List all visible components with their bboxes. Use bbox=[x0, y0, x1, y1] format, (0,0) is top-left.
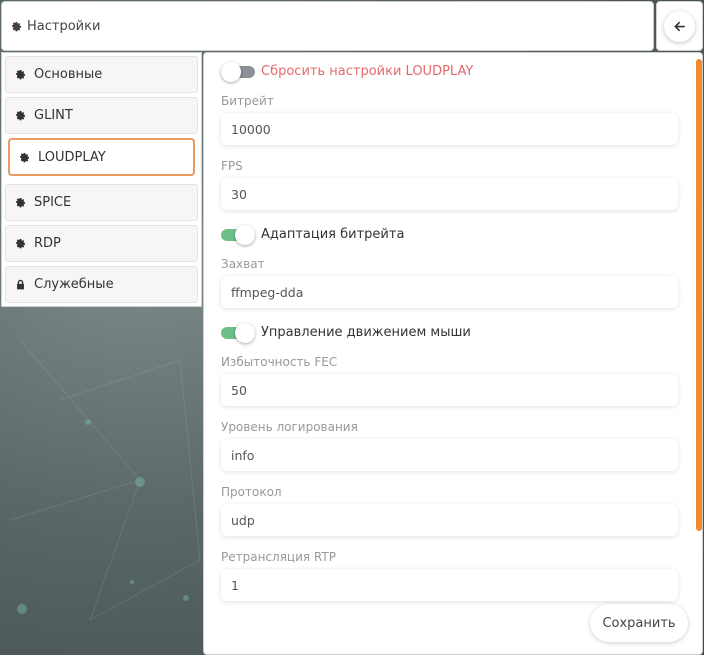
sidebar-item-rdp[interactable]: RDP bbox=[5, 225, 198, 262]
page-title: Настройки bbox=[27, 18, 101, 34]
sidebar-item-label: GLINT bbox=[34, 108, 73, 123]
capture-label: Захват bbox=[221, 257, 265, 271]
gear-icon bbox=[16, 70, 25, 80]
lock-icon bbox=[17, 279, 24, 290]
fps-field[interactable]: 30 bbox=[221, 178, 678, 210]
save-button[interactable]: Сохранить bbox=[590, 604, 688, 642]
toggle-knob bbox=[235, 323, 255, 343]
header-bar: Настройки bbox=[1, 1, 654, 51]
toggle-knob bbox=[221, 62, 241, 82]
mouse-control-toggle[interactable] bbox=[221, 323, 255, 343]
gear-icon bbox=[12, 21, 21, 31]
scrollbar-thumb[interactable] bbox=[696, 59, 702, 531]
arrow-left-icon bbox=[674, 21, 685, 31]
gear-icon bbox=[16, 198, 25, 208]
back-button[interactable] bbox=[664, 10, 695, 42]
sidebar-item-label: Служебные bbox=[34, 277, 114, 292]
fps-label: FPS bbox=[221, 159, 243, 173]
toggle-knob bbox=[235, 225, 255, 245]
gear-icon bbox=[16, 239, 25, 249]
fec-label: Избыточность FEC bbox=[221, 355, 338, 369]
adaptive-bitrate-label: Адаптация битрейта bbox=[261, 227, 405, 242]
sidebar-item-label: SPICE bbox=[34, 195, 72, 210]
sidebar-item-spice[interactable]: SPICE bbox=[5, 184, 198, 221]
sidebar-item-label: RDP bbox=[34, 236, 61, 251]
sidebar-item-label: LOUDPLAY bbox=[38, 149, 106, 165]
capture-field[interactable]: ffmpeg-dda bbox=[221, 276, 678, 308]
settings-panel: Сбросить настройки LOUDPLAY Битрейт 1000… bbox=[203, 52, 703, 655]
reset-settings-toggle[interactable] bbox=[221, 62, 255, 82]
gear-icon bbox=[20, 152, 29, 162]
protocol-label: Протокол bbox=[221, 485, 282, 499]
fec-field[interactable]: 50 bbox=[221, 374, 678, 406]
sidebar-item-glint[interactable]: GLINT bbox=[5, 97, 198, 134]
sidebar-item-service[interactable]: Служебные bbox=[5, 266, 198, 303]
sidebar-item-general[interactable]: Основные bbox=[5, 56, 198, 93]
adaptive-bitrate-toggle[interactable] bbox=[221, 225, 255, 245]
gear-icon bbox=[16, 111, 25, 121]
rtp-field[interactable]: 1 bbox=[221, 569, 678, 601]
log-level-label: Уровень логирования bbox=[221, 420, 358, 434]
sidebar-item-loudplay[interactable]: LOUDPLAY bbox=[8, 138, 195, 176]
log-level-field[interactable]: info bbox=[221, 439, 678, 471]
reset-settings-label: Сбросить настройки LOUDPLAY bbox=[261, 64, 474, 79]
protocol-field[interactable]: udp bbox=[221, 504, 678, 536]
mouse-control-label: Управление движением мыши bbox=[261, 325, 471, 340]
rtp-label: Ретрансляция RTP bbox=[221, 550, 336, 564]
back-button-container bbox=[656, 1, 703, 51]
bitrate-field[interactable]: 10000 bbox=[221, 113, 678, 145]
bitrate-label: Битрейт bbox=[221, 94, 274, 108]
sidebar: Основные GLINT LOUDPLAY SPICE RDP Служеб… bbox=[1, 52, 202, 307]
sidebar-item-label: Основные bbox=[34, 67, 103, 82]
